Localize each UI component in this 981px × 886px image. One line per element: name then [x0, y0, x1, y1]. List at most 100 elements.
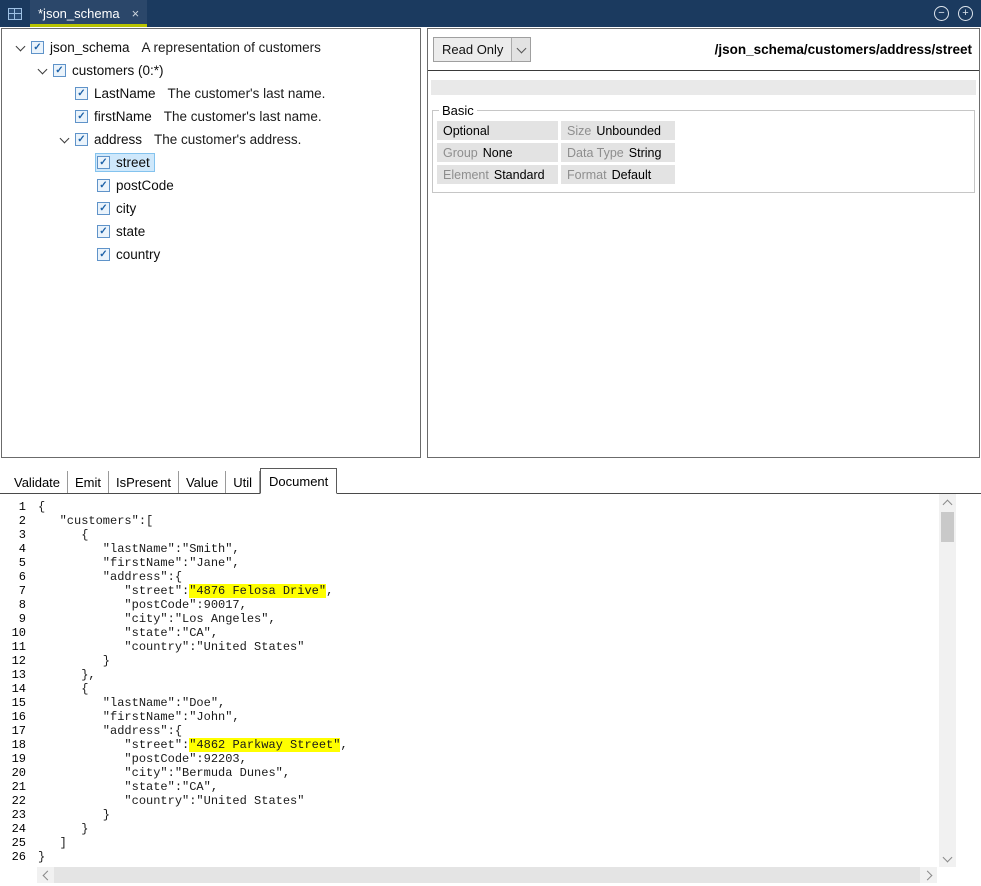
titlebar-actions: − +: [934, 6, 973, 21]
code-text: "postCode":90017,: [38, 598, 247, 612]
code-line: 17 "address":{: [0, 724, 939, 738]
code-text: "street":"4876 Felosa Drive",: [38, 584, 333, 598]
collapse-all-circle-icon[interactable]: −: [934, 6, 949, 21]
horizontal-scroll-thumb[interactable]: [54, 867, 920, 883]
tree-node: ✓LastName: [74, 85, 160, 102]
tree-item-description: The customer's last name.: [168, 86, 326, 101]
tree-item-description: The customer's last name.: [164, 109, 322, 124]
bottom-tab-bar: ValidateEmitIsPresentValueUtilDocument: [0, 468, 981, 494]
code-text: "lastName":"Doe",: [38, 696, 225, 710]
tree-item-firstname[interactable]: ✓firstName The customer's last name.: [10, 105, 420, 128]
details-header: Read Only /json_schema/customers/address…: [428, 29, 979, 71]
line-number: 20: [0, 766, 26, 780]
tab-util[interactable]: Util: [226, 471, 260, 493]
code-line: 15 "lastName":"Doe",: [0, 696, 939, 710]
code-text: "firstName":"John",: [38, 710, 240, 724]
tab-ispresent[interactable]: IsPresent: [109, 471, 179, 493]
element-icon: ✓: [75, 110, 88, 123]
code-text: {: [38, 528, 88, 542]
lower-panel: ValidateEmitIsPresentValueUtilDocument 1…: [0, 468, 981, 883]
code-line: 8 "postCode":90017,: [0, 598, 939, 612]
tree-item-description: A representation of customers: [142, 40, 321, 55]
scroll-left-icon[interactable]: [37, 867, 54, 883]
line-number: 10: [0, 626, 26, 640]
vertical-scroll-thumb[interactable]: [941, 512, 954, 542]
tree-node: ✓customers (0:*): [52, 62, 168, 79]
element-icon: ✓: [97, 248, 110, 261]
element-icon: ✓: [97, 156, 110, 169]
tab-emit[interactable]: Emit: [68, 471, 109, 493]
code-line: 12 }: [0, 654, 939, 668]
tree-item-json-schema[interactable]: ✓json_schemaA representation of customer…: [10, 36, 420, 59]
line-number: 14: [0, 682, 26, 696]
line-number: 3: [0, 528, 26, 542]
code-text: "customers":[: [38, 514, 153, 528]
selected-node-path: /json_schema/customers/address/street: [715, 42, 974, 57]
line-number: 5: [0, 556, 26, 570]
tree-item-postcode[interactable]: ✓postCode: [10, 174, 420, 197]
line-number: 11: [0, 640, 26, 654]
expand-chevron-icon[interactable]: [54, 138, 74, 142]
code-text: "country":"United States": [38, 640, 304, 654]
tree-item-country[interactable]: ✓country: [10, 243, 420, 266]
code-text: ]: [38, 836, 67, 850]
line-number: 12: [0, 654, 26, 668]
tree-item-street[interactable]: ✓street: [10, 151, 420, 174]
element-icon: ✓: [97, 202, 110, 215]
titlebar: *json_schema × − +: [0, 0, 981, 27]
vertical-scrollbar[interactable]: [939, 494, 956, 867]
element-icon: ✓: [31, 41, 44, 54]
element-icon: ✓: [97, 225, 110, 238]
code-text: "street":"4862 Parkway Street",: [38, 738, 348, 752]
tree-item-address[interactable]: ✓addressThe customer's address.: [10, 128, 420, 151]
tree-node: ✓country: [96, 246, 164, 263]
expand-all-circle-icon[interactable]: +: [958, 6, 973, 21]
code-line: 2 "customers":[: [0, 514, 939, 528]
code-text: }: [38, 808, 110, 822]
horizontal-scrollbar[interactable]: [37, 867, 937, 883]
basic-properties-grid: OptionalSizeUnboundedGroupNoneData TypeS…: [437, 121, 970, 184]
element-icon: ✓: [97, 179, 110, 192]
code-text: "address":{: [38, 724, 182, 738]
code-text: },: [38, 668, 96, 682]
basic-properties-group: Basic OptionalSizeUnboundedGroupNoneData…: [432, 103, 975, 193]
code-line: 5 "firstName":"Jane",: [0, 556, 939, 570]
code-editor[interactable]: 1 {2 "customers":[3 {4 "lastName":"Smith"…: [0, 494, 939, 867]
line-number: 4: [0, 542, 26, 556]
tab-value[interactable]: Value: [179, 471, 226, 493]
mode-select[interactable]: Read Only: [433, 37, 531, 62]
tree-item-label: address: [94, 132, 142, 147]
line-number: 7: [0, 584, 26, 598]
tree-node: ✓firstName: [74, 108, 156, 125]
tab-close-icon[interactable]: ×: [132, 6, 140, 21]
scroll-up-icon[interactable]: [939, 494, 956, 511]
code-text: "address":{: [38, 570, 182, 584]
tab-document[interactable]: Document: [260, 468, 337, 494]
property-cell-group: GroupNone: [437, 143, 558, 162]
tree-item-lastname[interactable]: ✓LastName The customer's last name.: [10, 82, 420, 105]
property-value: Default: [612, 168, 652, 182]
tab-validate[interactable]: Validate: [7, 471, 68, 493]
code-text: "postCode":92203,: [38, 752, 247, 766]
code-text: "city":"Bermuda Dunes",: [38, 766, 290, 780]
scroll-down-icon[interactable]: [939, 850, 956, 867]
tree-item-city[interactable]: ✓city: [10, 197, 420, 220]
tree-item-state[interactable]: ✓state: [10, 220, 420, 243]
scroll-right-icon[interactable]: [920, 867, 937, 883]
chevron-down-icon[interactable]: [511, 38, 530, 61]
document-tab-title: *json_schema: [38, 6, 120, 21]
document-tab-json-schema[interactable]: *json_schema ×: [30, 0, 147, 27]
property-label: Data Type: [567, 146, 624, 160]
property-label: Format: [567, 168, 607, 182]
line-number: 1: [0, 500, 26, 514]
expand-chevron-icon[interactable]: [10, 46, 30, 50]
line-number: 26: [0, 850, 26, 864]
code-line: 24 }: [0, 822, 939, 836]
expand-chevron-icon[interactable]: [32, 69, 52, 73]
element-icon: ✓: [53, 64, 66, 77]
code-line: 3 {: [0, 528, 939, 542]
code-line: 13 },: [0, 668, 939, 682]
code-text: }: [38, 850, 45, 864]
code-line: 4 "lastName":"Smith",: [0, 542, 939, 556]
tree-item-customers-0[interactable]: ✓customers (0:*): [10, 59, 420, 82]
